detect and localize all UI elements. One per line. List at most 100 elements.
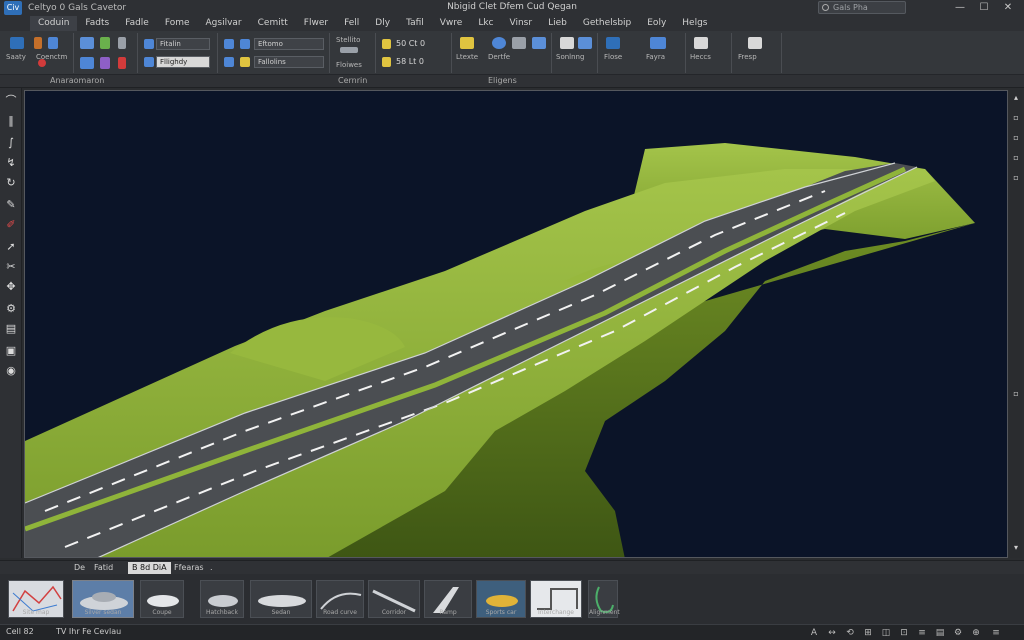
tab-item-active[interactable]: B 8d DiA [128,562,171,574]
info-icon[interactable]: ◉ [4,364,18,378]
phone-icon[interactable] [382,57,391,67]
page-icon[interactable] [10,37,24,49]
menu-item[interactable]: Fell [336,16,367,31]
close-button[interactable]: ✕ [996,0,1020,16]
menu-item[interactable]: Dly [367,16,398,31]
loop-icon[interactable]: ↻ [4,176,18,190]
document-icon[interactable] [560,37,574,49]
scroll-up-icon[interactable]: ▴ [1012,94,1020,102]
arc-icon[interactable]: ⌒ [4,94,18,108]
gear-icon[interactable]: ⚙ [4,302,18,316]
nav-icon[interactable]: ▫ [1012,390,1020,398]
wrench-icon[interactable] [512,37,526,49]
curve-icon[interactable]: ∫ [4,136,18,150]
right-scrollbar[interactable]: ▴ ▫ ▫ ▫ ▫ ▫ ▾ [1010,90,1022,558]
select-icon[interactable]: ➚ [4,240,18,254]
thumbnail-car[interactable]: Sedan [250,580,312,618]
menu-item[interactable]: Flwer [296,16,336,31]
menu-item[interactable]: Gethelsbip [575,16,639,31]
tool-icon[interactable] [532,37,546,49]
thumbnail-car[interactable]: Coupe [140,580,184,618]
draw-icon[interactable]: ✎ [4,198,18,212]
globe-icon[interactable] [492,37,506,49]
folder-icon[interactable] [240,57,250,67]
camera-icon[interactable] [240,39,250,49]
line-icon[interactable] [118,37,126,49]
menu-item[interactable]: Cemitt [250,16,296,31]
tab-item[interactable]: Fatid [90,562,117,574]
display-dropdown[interactable]: Fallolins [254,56,324,68]
menu-item[interactable]: Coduin [30,16,78,31]
menu-item[interactable]: Fome [157,16,198,31]
value-field[interactable]: 58 Lt 0 [396,57,424,66]
grid-icon[interactable]: ⊞ [862,627,874,639]
thumbnail-map[interactable]: Site map [8,580,64,618]
edit-icon[interactable]: ✂ [4,260,18,274]
menu-item[interactable]: Lieb [540,16,575,31]
thumbnail-interchange[interactable]: Interchange [530,580,582,618]
scroll-down-icon[interactable]: ▾ [1012,544,1020,552]
menu-icon[interactable]: ≡ [990,627,1002,639]
flag-icon[interactable] [34,37,42,49]
ruler-icon[interactable] [694,37,708,49]
layer-dropdown[interactable]: Fllighdy [156,56,210,68]
menu-item[interactable]: Eoly [639,16,674,31]
red-pen-icon[interactable]: ✐ [4,218,18,232]
pause-icon[interactable]: ‖ [4,114,18,128]
measure-icon[interactable] [578,37,592,49]
menu-item[interactable]: Helgs [674,16,715,31]
menu-item[interactable]: Agsilvar [198,16,250,31]
tab-item[interactable]: De [70,562,89,574]
thumbnail-corridor[interactable]: Corridor [368,580,420,618]
bucket-icon[interactable] [650,37,666,49]
tab-item[interactable]: Ffearas [170,562,208,574]
layers-icon[interactable]: ▤ [4,322,18,336]
chart-icon[interactable] [80,37,94,49]
thumbnail-car[interactable]: Hatchback [200,580,244,618]
thumbnail-car[interactable]: Silver sedan [72,580,134,618]
nav-icon[interactable]: ▫ [1012,114,1020,122]
menu-item[interactable]: Fadts [77,16,117,31]
lineweight-icon[interactable]: ≡ [916,627,928,639]
grid-icon[interactable] [224,57,234,67]
bar-icon[interactable] [340,47,358,53]
workspace-icon[interactable]: ⊕ [970,627,982,639]
pan-icon[interactable]: ✥ [4,280,18,294]
ortho-icon[interactable]: ⊡ [898,627,910,639]
maximize-button[interactable]: ☐ [972,0,996,16]
shape-icon[interactable] [100,57,110,69]
table-icon[interactable] [144,57,154,67]
spiral-icon[interactable]: ↯ [4,156,18,170]
nav-icon[interactable]: ▫ [1012,134,1020,142]
annotation-icon[interactable]: A [808,627,820,639]
view-dropdown[interactable]: Eftomo [254,38,324,50]
nav-icon[interactable]: ▫ [1012,174,1020,182]
thumbnail-car[interactable]: Sports car [476,580,526,618]
value-field[interactable]: 50 Ct 0 [396,39,425,48]
minimize-button[interactable]: — [948,0,972,16]
pan-icon[interactable]: ↔ [826,627,838,639]
menu-item[interactable]: Lkc [470,16,501,31]
thumbnail-alignment[interactable]: Alignment [588,580,620,618]
sheet-icon[interactable] [748,37,762,49]
arrow-icon[interactable] [48,37,58,49]
thumbnail-road[interactable]: Road curve [316,580,364,618]
menu-item[interactable]: Vwre [432,16,471,31]
tab-item[interactable]: . [206,562,217,574]
orbit-icon[interactable]: ⟲ [844,627,856,639]
3d-viewport[interactable] [24,90,1008,558]
menu-item[interactable]: Fadle [117,16,157,31]
pencil-icon[interactable] [100,37,110,49]
view-icon[interactable] [224,39,234,49]
paint-icon[interactable] [606,37,620,49]
folder-icon[interactable] [460,37,474,49]
menu-item[interactable]: Tafil [398,16,432,31]
stop-icon[interactable] [38,59,46,67]
layout-icon[interactable]: ▤ [934,627,946,639]
style-dropdown[interactable]: Fitalin [156,38,210,50]
app-logo-icon[interactable]: Civ [4,1,22,15]
grid-icon[interactable] [80,57,94,69]
panel-icon[interactable]: ▣ [4,344,18,358]
nav-icon[interactable]: ▫ [1012,154,1020,162]
phone-icon[interactable] [382,39,391,49]
